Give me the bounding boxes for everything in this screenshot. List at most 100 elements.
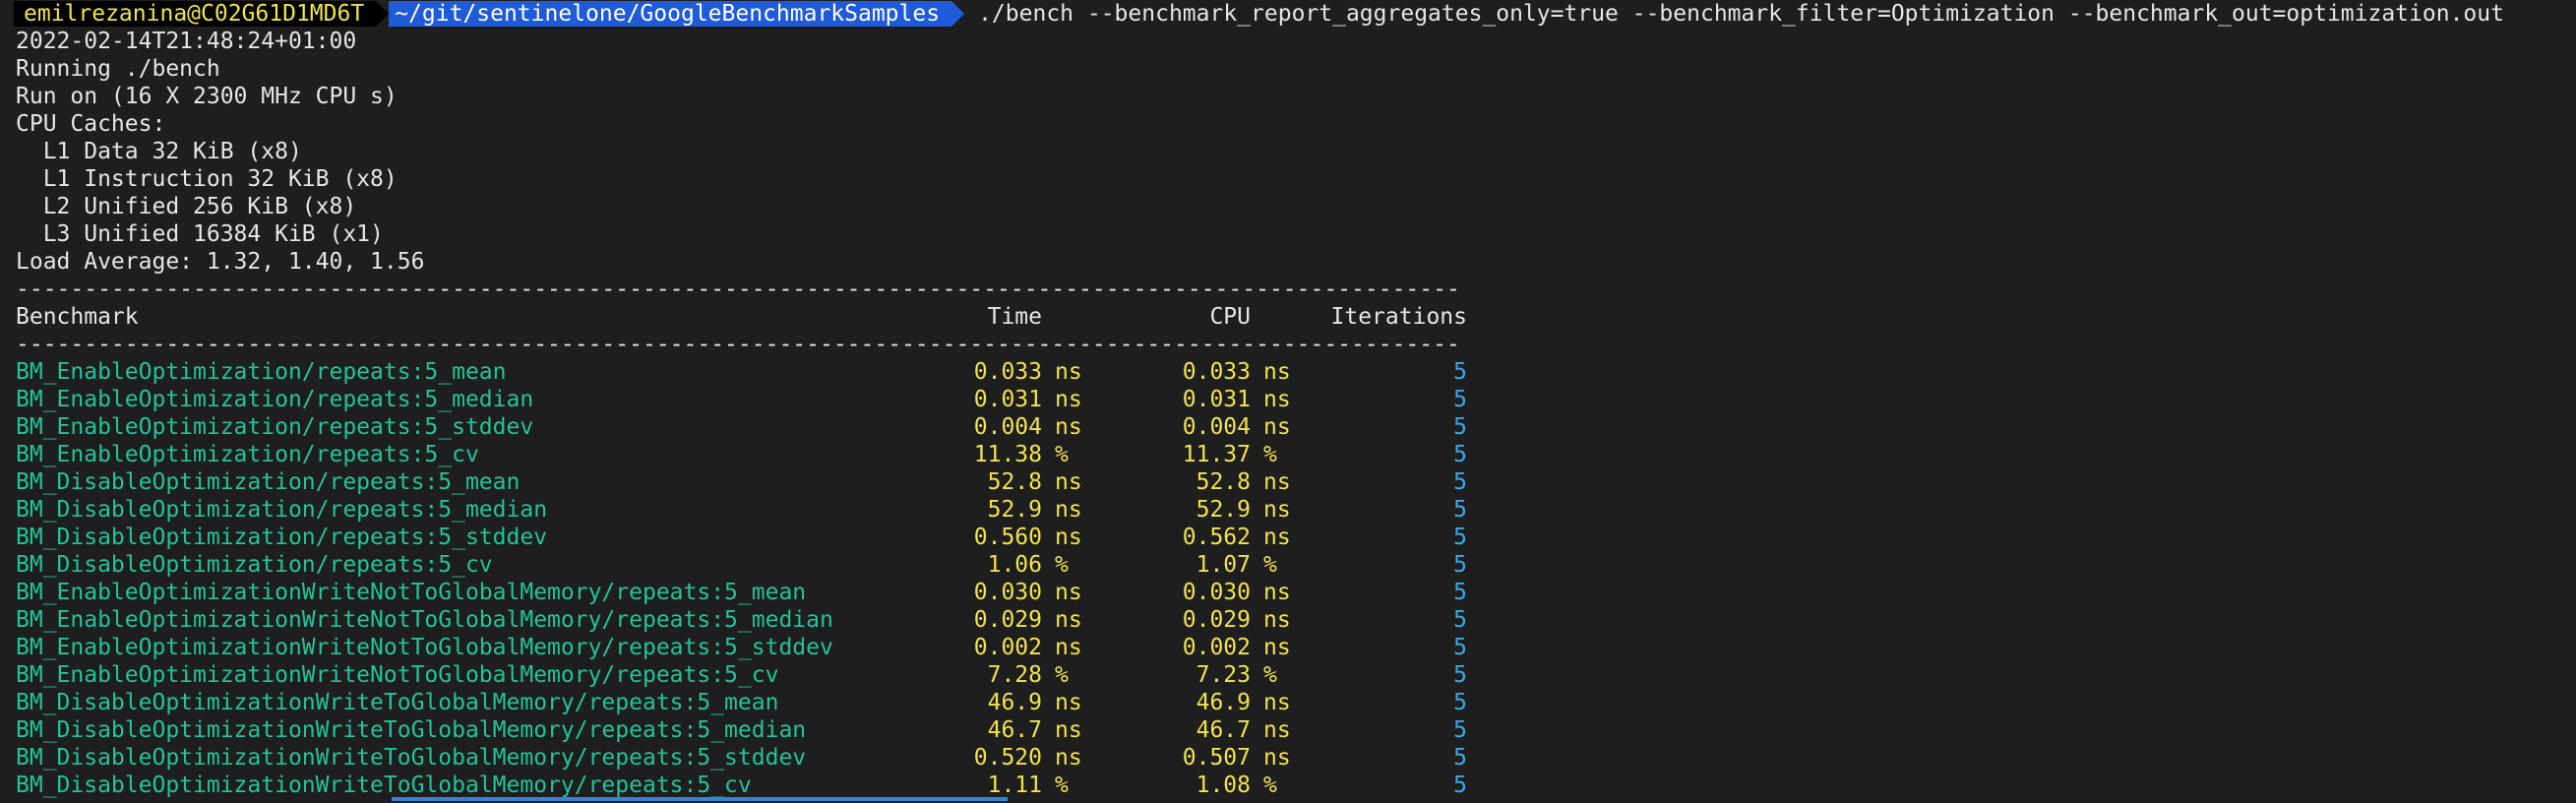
table-row: BM_DisableOptimization/repeats:5_mean 52.… xyxy=(16,468,2576,496)
cpu-value: 0.031 xyxy=(1182,387,1251,412)
cpu-unit: ns xyxy=(1263,525,1291,550)
iterations-value: 5 xyxy=(1453,690,1467,715)
cpu-unit: ns xyxy=(1263,745,1291,771)
cpu-value: 1.07 xyxy=(1196,552,1251,578)
table-separator-bottom: ----------------------------------------… xyxy=(16,332,1460,357)
info-line: L1 Data 32 KiB (x8) xyxy=(16,139,302,164)
cpu-value: 0.030 xyxy=(1182,580,1251,605)
cpu-value: 11.37 xyxy=(1182,442,1251,467)
table-row: BM_EnableOptimizationWriteNotToGlobalMem… xyxy=(16,579,2576,606)
cpu-unit: ns xyxy=(1263,387,1291,412)
cpu-value: 0.507 xyxy=(1182,745,1251,771)
benchmark-name: BM_EnableOptimizationWriteNotToGlobalMem… xyxy=(16,607,833,633)
time-unit: ns xyxy=(1055,469,1082,495)
cpu-unit: % xyxy=(1263,772,1277,798)
header-cpu: CPU xyxy=(1209,304,1251,330)
time-value: 11.38 xyxy=(973,442,1042,467)
time-unit: ns xyxy=(1055,635,1082,660)
iterations-value: 5 xyxy=(1453,717,1467,743)
cpu-unit: ns xyxy=(1263,690,1291,715)
time-unit: ns xyxy=(1055,359,1082,385)
iterations-value: 5 xyxy=(1453,525,1467,550)
cpu-value: 0.562 xyxy=(1182,525,1251,550)
time-unit: ns xyxy=(1055,745,1082,771)
info-line: Run on (16 X 2300 MHz CPU s) xyxy=(16,84,398,109)
benchmark-table-body: BM_EnableOptimization/repeats:5_mean 0.03… xyxy=(16,358,2576,799)
benchmark-name: BM_EnableOptimizationWriteNotToGlobalMem… xyxy=(16,635,833,660)
table-row: BM_EnableOptimization/repeats:5_mean 0.03… xyxy=(16,358,2576,386)
time-unit: ns xyxy=(1055,414,1082,440)
time-value: 0.029 xyxy=(973,607,1042,633)
benchmark-name: BM_DisableOptimizationWriteToGlobalMemor… xyxy=(16,745,807,771)
table-row: BM_EnableOptimizationWriteNotToGlobalMem… xyxy=(16,606,2576,634)
prompt-command: ./bench --benchmark_report_aggregates_on… xyxy=(978,1,2504,27)
cpu-unit: % xyxy=(1263,552,1277,578)
time-unit: ns xyxy=(1055,690,1082,715)
table-row: BM_DisableOptimizationWriteToGlobalMemor… xyxy=(16,772,2576,799)
table-row: BM_DisableOptimizationWriteToGlobalMemor… xyxy=(16,744,2576,772)
cpu-unit: ns xyxy=(1263,607,1291,633)
benchmark-name: BM_DisableOptimization/repeats:5_cv xyxy=(16,552,493,578)
benchmark-name: BM_EnableOptimization/repeats:5_cv xyxy=(16,442,479,467)
prompt-path: ~/git/sentinelone/GoogleBenchmarkSamples xyxy=(389,1,952,27)
benchmark-name: BM_EnableOptimization/repeats:5_stddev xyxy=(16,414,534,440)
time-unit: % xyxy=(1055,772,1069,798)
benchmark-name: BM_EnableOptimization/repeats:5_mean xyxy=(16,359,507,385)
time-unit: % xyxy=(1055,662,1069,688)
benchmark-name: BM_DisableOptimization/repeats:5_median xyxy=(16,497,548,523)
benchmark-name: BM_DisableOptimization/repeats:5_stddev xyxy=(16,525,548,550)
info-line: L3 Unified 16384 KiB (x1) xyxy=(16,221,384,247)
cpu-unit: ns xyxy=(1263,717,1291,743)
cpu-value: 46.7 xyxy=(1196,717,1251,743)
cpu-value: 0.029 xyxy=(1182,607,1251,633)
iterations-value: 5 xyxy=(1453,414,1467,440)
cpu-value: 52.9 xyxy=(1196,497,1251,523)
header-time: Time xyxy=(987,304,1042,330)
benchmark-name: BM_DisableOptimizationWriteToGlobalMemor… xyxy=(16,717,807,743)
benchmark-name: BM_EnableOptimization/repeats:5_median xyxy=(16,387,534,412)
time-value: 1.11 xyxy=(987,772,1042,798)
time-unit: ns xyxy=(1055,717,1082,743)
info-line: 2022-02-14T21:48:24+01:00 xyxy=(16,29,357,54)
time-value: 7.28 xyxy=(987,662,1042,688)
cpu-value: 7.23 xyxy=(1196,662,1251,688)
time-unit: ns xyxy=(1055,497,1082,523)
time-value: 0.030 xyxy=(973,580,1042,605)
table-row: BM_DisableOptimization/repeats:5_stddev 0… xyxy=(16,524,2576,551)
cpu-unit: ns xyxy=(1263,359,1291,385)
table-row: BM_EnableOptimizationWriteNotToGlobalMem… xyxy=(16,634,2576,661)
table-separator-top: ----------------------------------------… xyxy=(16,277,1460,302)
info-line: Running ./bench xyxy=(16,56,220,82)
time-value: 0.004 xyxy=(973,414,1042,440)
cpu-unit: % xyxy=(1263,442,1277,467)
time-value: 0.002 xyxy=(973,635,1042,660)
table-row: BM_DisableOptimizationWriteToGlobalMemor… xyxy=(16,689,2576,716)
benchmark-name: BM_DisableOptimizationWriteToGlobalMemor… xyxy=(16,690,779,715)
time-value: 46.9 xyxy=(987,690,1042,715)
iterations-value: 5 xyxy=(1453,580,1467,605)
cpu-value: 0.002 xyxy=(1182,635,1251,660)
time-value: 0.520 xyxy=(973,745,1042,771)
time-value: 0.033 xyxy=(973,359,1042,385)
horizontal-scrollbar[interactable] xyxy=(392,797,1008,801)
iterations-value: 5 xyxy=(1453,359,1467,385)
time-value: 1.06 xyxy=(987,552,1042,578)
table-row: BM_DisableOptimization/repeats:5_median 5… xyxy=(16,496,2576,524)
cpu-value: 52.8 xyxy=(1196,469,1251,495)
cpu-unit: ns xyxy=(1263,497,1291,523)
iterations-value: 5 xyxy=(1453,469,1467,495)
table-row: BM_EnableOptimization/repeats:5_median 0.… xyxy=(16,386,2576,413)
table-row: BM_EnableOptimizationWriteNotToGlobalMem… xyxy=(16,661,2576,689)
time-value: 0.031 xyxy=(973,387,1042,412)
table-header: Benchmark Time CPU Iterations xyxy=(16,303,2576,331)
table-row: BM_DisableOptimizationWriteToGlobalMemor… xyxy=(16,716,2576,744)
time-unit: ns xyxy=(1055,580,1082,605)
benchmark-name: BM_DisableOptimizationWriteToGlobalMemor… xyxy=(16,772,752,798)
time-unit: ns xyxy=(1055,525,1082,550)
time-value: 52.8 xyxy=(987,469,1042,495)
iterations-value: 5 xyxy=(1453,442,1467,467)
table-row: BM_EnableOptimization/repeats:5_cv 11.38%… xyxy=(16,441,2576,468)
iterations-value: 5 xyxy=(1453,552,1467,578)
info-line: CPU Caches: xyxy=(16,111,166,137)
iterations-value: 5 xyxy=(1453,662,1467,688)
